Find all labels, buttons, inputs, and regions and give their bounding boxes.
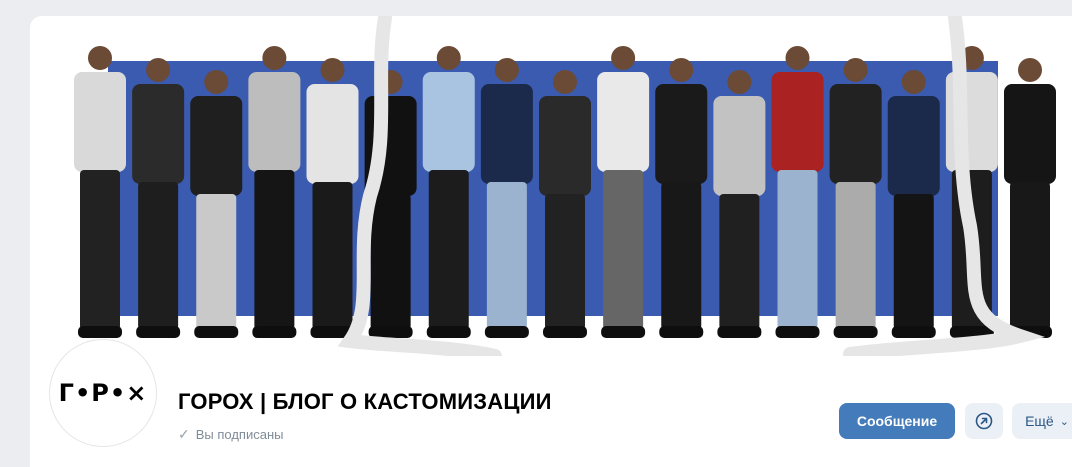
cover-figure [539, 70, 591, 338]
figure-head [727, 70, 752, 94]
figure-bottom [312, 182, 353, 330]
figure-top [829, 84, 882, 184]
cover-image [30, 16, 1072, 356]
cover-figure [597, 46, 650, 338]
cover-figure [132, 58, 185, 338]
figure-top [539, 96, 591, 196]
figure-head [204, 70, 229, 94]
cover-figure [655, 58, 708, 338]
figure-bottom [1010, 182, 1050, 330]
cover-figure [74, 46, 126, 338]
figure-top [887, 96, 940, 196]
figure-top [655, 84, 708, 184]
cover-figure [1004, 58, 1056, 338]
community-avatar[interactable]: Г•P•× [50, 340, 156, 446]
cover-figure [190, 70, 243, 338]
figure-head [611, 46, 636, 70]
figure-bottom [80, 170, 120, 330]
figure-shoes [78, 326, 122, 338]
figure-top [248, 72, 301, 172]
figure-head [146, 58, 171, 82]
figure-shoes [891, 326, 936, 338]
figure-head [320, 58, 345, 82]
cover-figure [887, 70, 940, 338]
cover-figure [771, 46, 824, 338]
figure-bottom [428, 170, 469, 330]
cover-figure [248, 46, 301, 338]
figure-shoes [833, 326, 878, 338]
figure-head [1018, 58, 1042, 82]
figure-shoes [252, 326, 297, 338]
figure-top [132, 84, 185, 184]
figure-top [422, 72, 475, 172]
figure-head [785, 46, 810, 70]
cover-figure [829, 58, 882, 338]
figure-shoes [717, 326, 762, 338]
cover-figure [306, 58, 359, 338]
figure-shoes [368, 326, 413, 338]
figure-shoes [194, 326, 239, 338]
figure-bottom [138, 182, 179, 330]
figure-top [306, 84, 359, 184]
more-button-label: Ещё [1025, 413, 1054, 429]
figure-shoes [601, 326, 646, 338]
share-button[interactable] [965, 403, 1003, 439]
figure-shoes [426, 326, 471, 338]
figure-top [1004, 84, 1056, 184]
figure-bottom [661, 182, 702, 330]
figure-top [74, 72, 126, 172]
figure-shoes [136, 326, 181, 338]
figure-bottom [603, 170, 644, 330]
figure-bottom [719, 194, 760, 330]
cover-illustration [74, 16, 1056, 356]
figure-top [190, 96, 243, 196]
figure-head [494, 58, 519, 82]
community-logo: Г•P•× [58, 379, 148, 407]
figure-head [88, 46, 112, 70]
figure-top [597, 72, 650, 172]
chevron-down-icon: ⌄ [1059, 415, 1069, 428]
figure-head [262, 46, 287, 70]
figure-head [843, 58, 868, 82]
figure-bottom [486, 182, 527, 330]
subscription-status-label: Вы подписаны [195, 427, 284, 442]
figure-bottom [370, 194, 411, 330]
more-button[interactable]: Ещё ⌄ [1012, 403, 1072, 439]
community-header-card: Г•P•× ГОРОХ | БЛОГ О КАСТОМИЗАЦИИ ✓ Вы п… [30, 16, 1072, 467]
figure-bottom [893, 194, 934, 330]
figure-head [436, 46, 461, 70]
figure-top [771, 72, 824, 172]
figure-top [480, 84, 533, 184]
figure-head [901, 70, 926, 94]
cover-figure [422, 46, 475, 338]
message-button[interactable]: Сообщение [839, 403, 955, 439]
check-icon: ✓ [178, 426, 190, 442]
figure-head [669, 58, 694, 82]
figure-head [553, 70, 577, 94]
figure-bottom [777, 170, 818, 330]
figure-top [713, 96, 766, 196]
figure-shoes [484, 326, 529, 338]
figure-bottom [254, 170, 295, 330]
arrow-up-right-circle-icon [975, 412, 993, 430]
figure-bottom [835, 182, 876, 330]
figure-bottom [545, 194, 585, 330]
figure-shoes [659, 326, 704, 338]
subscription-status[interactable]: ✓ Вы подписаны [178, 426, 283, 443]
figure-shoes [543, 326, 587, 338]
community-title: ГОРОХ | БЛОГ О КАСТОМИЗАЦИИ [178, 389, 552, 414]
figure-bottom [196, 194, 237, 330]
cover-figure [713, 70, 766, 338]
figure-shoes [775, 326, 820, 338]
cover-figure [480, 58, 533, 338]
